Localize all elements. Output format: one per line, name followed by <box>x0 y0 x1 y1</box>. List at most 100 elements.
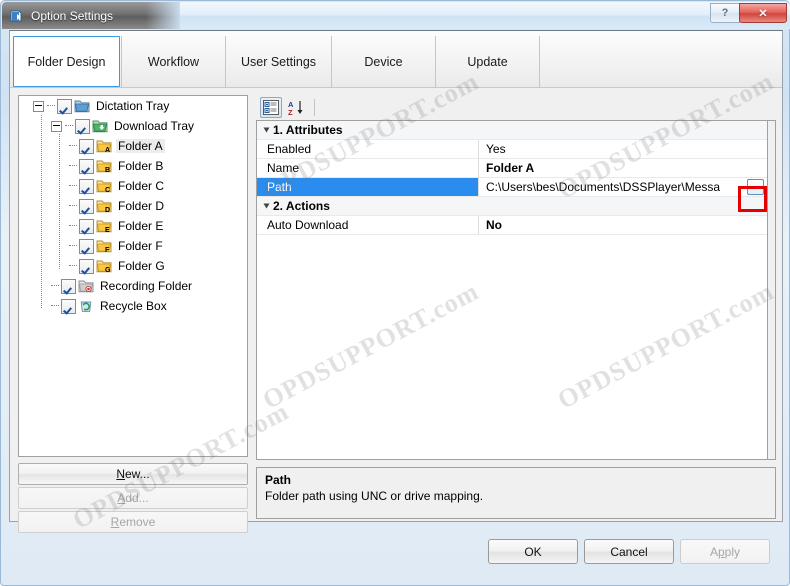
expand-triangle-icon[interactable] <box>263 127 270 133</box>
option-settings-icon <box>9 8 25 24</box>
tree-connector <box>69 185 77 187</box>
tree-item-folder-d[interactable]: D Folder D <box>19 196 247 216</box>
checkbox-folder-a[interactable] <box>79 138 94 154</box>
property-value[interactable]: No <box>479 216 767 234</box>
tree-item-folder-b[interactable]: B Folder B <box>19 156 247 176</box>
tree-connector <box>51 305 59 307</box>
folder-d-icon: D <box>96 199 112 214</box>
property-name: Enabled <box>257 140 479 158</box>
cancel-button[interactable]: Cancel <box>584 539 674 564</box>
tree-item-label: Folder G <box>118 259 165 273</box>
tab-user-settings[interactable]: User Settings <box>225 36 331 87</box>
checkbox-folder-d[interactable] <box>79 198 94 214</box>
expand-triangle-icon[interactable] <box>263 203 270 209</box>
tab-folder-design[interactable]: Folder Design <box>13 36 120 87</box>
property-description-body: Folder path using UNC or drive mapping. <box>265 489 484 503</box>
property-value-path[interactable]: C:\Users\bes\Documents\DSSPlayer\Messa <box>479 178 767 196</box>
property-description-panel: Path Folder path using UNC or drive mapp… <box>256 467 776 519</box>
checkbox-recording-folder[interactable] <box>61 278 76 294</box>
tree-item-folder-e[interactable]: E Folder E <box>19 216 247 236</box>
window-buttons: ? ✕ <box>710 3 787 23</box>
checkbox-dictation-tray[interactable] <box>57 98 72 114</box>
property-row-name[interactable]: Name Folder A <box>257 159 767 178</box>
folder-c-icon: C <box>96 179 112 194</box>
toolbar-separator <box>314 99 315 116</box>
property-category-actions[interactable]: 2. Actions <box>257 197 767 216</box>
svg-text:G: G <box>105 267 111 273</box>
tree-item-label: Folder B <box>118 159 164 173</box>
property-category-label: 2. Actions <box>273 199 330 213</box>
property-description-title: Path <box>265 473 292 487</box>
tree-item-folder-a[interactable]: A Folder A <box>19 136 247 156</box>
folder-b-icon: B <box>96 159 112 174</box>
tree-connector <box>47 105 55 107</box>
tab-strip-end-divider <box>539 36 540 87</box>
checkbox-folder-f[interactable] <box>79 238 94 254</box>
tab-device[interactable]: Device <box>331 36 435 87</box>
title-bar: Option Settings ? ✕ <box>2 2 790 29</box>
title-bar-left-block: Option Settings <box>2 2 180 29</box>
tree-item-folder-f[interactable]: F Folder F <box>19 236 247 256</box>
add-button[interactable]: Add... <box>18 487 248 509</box>
new-button[interactable]: NNew...ew... <box>18 463 248 485</box>
tree-item-label: Recording Folder <box>100 279 193 293</box>
checkbox-folder-c[interactable] <box>79 178 94 194</box>
tab-update[interactable]: Update <box>435 36 539 87</box>
folder-f-icon: F <box>96 239 112 254</box>
collapse-icon[interactable] <box>51 120 62 132</box>
property-value[interactable]: Folder A <box>479 159 767 177</box>
tree-item-label: Download Tray <box>114 119 195 133</box>
dialog-client-area: Folder Design Workflow User Settings Dev… <box>9 30 783 533</box>
svg-text:A: A <box>105 147 110 153</box>
property-category-attributes[interactable]: 1. Attributes <box>257 121 767 140</box>
checkbox-folder-g[interactable] <box>79 258 94 274</box>
property-name: Name <box>257 159 479 177</box>
recording-folder-icon <box>78 279 94 293</box>
property-name: Path <box>257 178 479 196</box>
tree-item-folder-c[interactable]: C Folder C <box>19 176 247 196</box>
categorized-view-button[interactable] <box>260 97 282 118</box>
property-row-enabled[interactable]: Enabled Yes <box>257 140 767 159</box>
checkbox-download-tray[interactable] <box>75 118 90 134</box>
svg-text:C: C <box>105 187 110 193</box>
checkbox-recycle-box[interactable] <box>61 298 76 314</box>
alphabetical-sort-button[interactable]: A Z <box>286 97 308 118</box>
property-grid-panel: A Z 1. Attributes Enabled Yes Name Folde… <box>256 95 776 519</box>
tree-item-download-tray[interactable]: Download Tray <box>19 116 247 136</box>
checkbox-folder-e[interactable] <box>79 218 94 234</box>
property-category-label: 1. Attributes <box>273 123 343 137</box>
tree-connector <box>69 205 77 207</box>
tree-item-dictation-tray[interactable]: Dictation Tray <box>19 96 247 116</box>
tree-connector <box>69 245 77 247</box>
tree-item-label: Folder E <box>118 219 164 233</box>
property-grid[interactable]: 1. Attributes Enabled Yes Name Folder A … <box>256 120 768 460</box>
dictation-tray-folder-icon <box>74 99 90 113</box>
svg-text:D: D <box>105 207 110 213</box>
tab-workflow[interactable]: Workflow <box>121 36 225 87</box>
tree-item-label: Dictation Tray <box>96 99 170 113</box>
apply-button[interactable]: Apply <box>680 539 770 564</box>
tree-item-recording-folder[interactable]: Recording Folder <box>19 276 247 296</box>
property-value[interactable]: Yes <box>479 140 767 158</box>
window-title: Option Settings <box>31 8 114 23</box>
svg-text:B: B <box>105 167 110 173</box>
option-settings-window: Option Settings ? ✕ Folder Design Workfl… <box>0 0 790 586</box>
tree-connector <box>69 165 77 167</box>
tree-item-recycle-box[interactable]: Recycle Box <box>19 296 247 316</box>
property-grid-toolbar: A Z <box>256 95 776 120</box>
help-button[interactable]: ? <box>710 3 740 23</box>
folder-e-icon: E <box>96 219 112 234</box>
highlight-annotation-box <box>738 186 767 212</box>
folder-a-icon: A <box>96 139 112 154</box>
checkbox-folder-b[interactable] <box>79 158 94 174</box>
close-button[interactable]: ✕ <box>739 3 787 23</box>
tree-item-label: Folder A <box>116 139 165 153</box>
property-grid-right-gutter <box>768 120 776 460</box>
ok-button[interactable]: OK <box>488 539 578 564</box>
tree-connector <box>51 285 59 287</box>
property-row-auto-download[interactable]: Auto Download No <box>257 216 767 235</box>
collapse-icon[interactable] <box>33 100 44 112</box>
folder-tree[interactable]: Dictation Tray Download Tray A Folder A … <box>18 95 248 457</box>
property-row-path[interactable]: Path C:\Users\bes\Documents\DSSPlayer\Me… <box>257 178 767 197</box>
tree-item-folder-g[interactable]: G Folder G <box>19 256 247 276</box>
